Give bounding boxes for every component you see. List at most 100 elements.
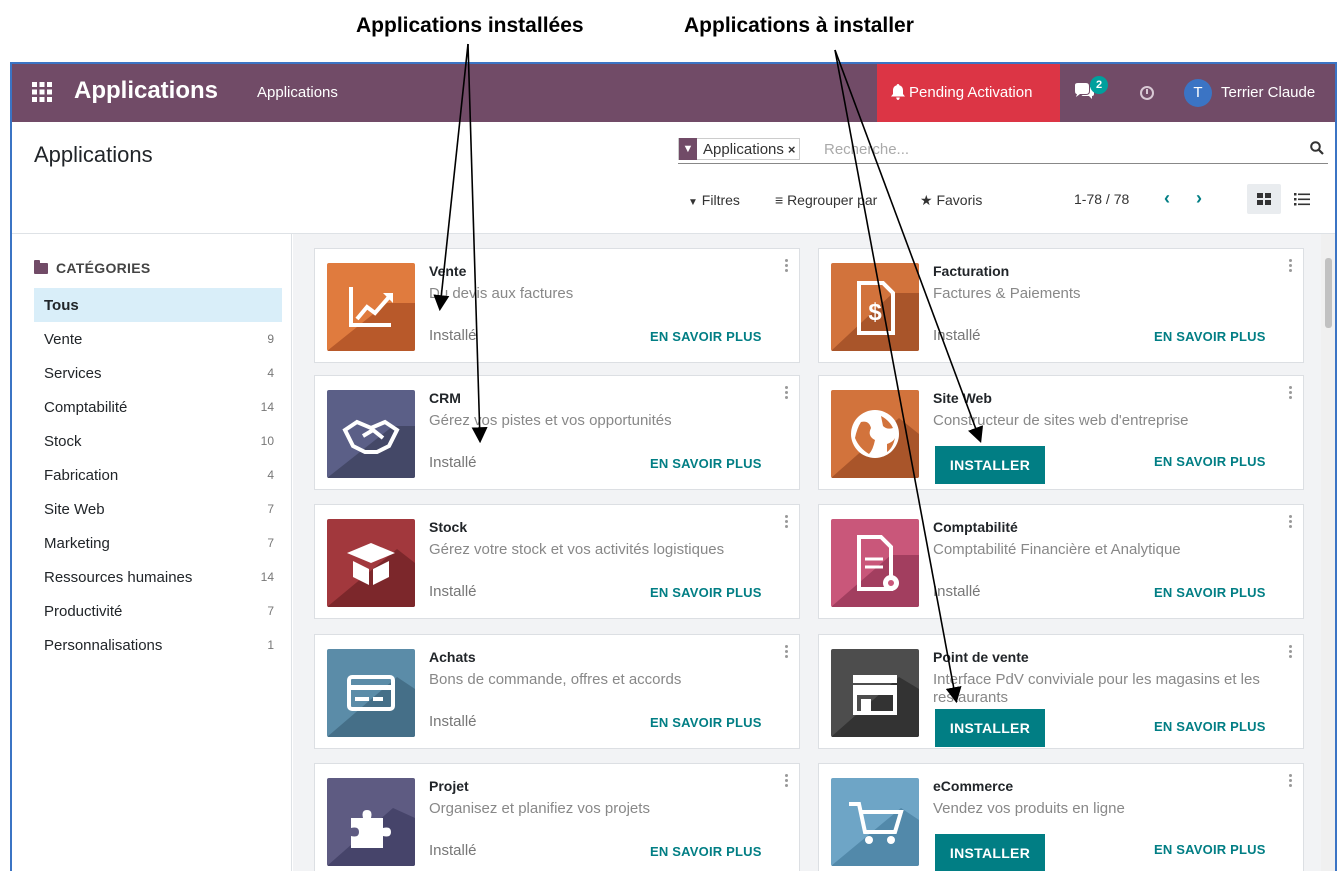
app-summary: Vendez vos produits en ligne [933, 800, 1125, 817]
category-item[interactable]: Services 4 [34, 356, 282, 390]
app-card-crm[interactable]: CRM Gérez vos pistes et vos opportunités… [314, 375, 800, 490]
pager-next-icon[interactable]: › [1196, 188, 1202, 209]
kebab-menu-icon[interactable] [1289, 259, 1293, 273]
category-item[interactable]: Vente 9 [34, 322, 282, 356]
app-card-site-web[interactable]: Site Web Constructeur de sites web d'ent… [818, 375, 1304, 490]
list-view-icon [1294, 192, 1310, 205]
category-count: 7 [267, 502, 274, 516]
kebab-menu-icon[interactable] [1289, 515, 1293, 529]
category-sidebar: CATÉGORIES Tous Vente 9 Services 4 Comptab… [12, 234, 292, 871]
pending-activation-label: Pending Activation [909, 84, 1033, 101]
app-card-comptabilite[interactable]: Comptabilité Comptabilité Financière et … [818, 504, 1304, 619]
category-item[interactable]: Site Web 7 [34, 492, 282, 526]
category-item[interactable]: Tous [34, 288, 282, 322]
app-card-facturation[interactable]: $ Facturation Factures & Paiements Insta… [818, 248, 1304, 363]
breadcrumb: Applications [34, 142, 153, 167]
filter-icon: ▼ [688, 197, 698, 208]
app-name: Vente [429, 263, 467, 279]
category-count: 1 [267, 638, 274, 652]
avatar[interactable]: T [1184, 79, 1212, 107]
app-summary: Du devis aux factures [429, 285, 574, 302]
app-card-ecommerce[interactable]: eCommerce Vendez vos produits en ligne I… [818, 763, 1304, 871]
learn-more-link[interactable]: EN SAVOIR PLUS [1154, 585, 1266, 600]
favorites-button[interactable]: ★ Favoris [920, 192, 982, 209]
learn-more-link[interactable]: EN SAVOIR PLUS [1154, 719, 1266, 734]
kebab-menu-icon[interactable] [785, 774, 789, 788]
learn-more-link[interactable]: EN SAVOIR PLUS [650, 456, 762, 471]
kebab-menu-icon[interactable] [785, 645, 789, 659]
learn-more-link[interactable]: EN SAVOIR PLUS [1154, 329, 1266, 344]
bell-icon [891, 84, 905, 100]
app-title[interactable]: Applications [74, 77, 218, 105]
scrollbar-thumb[interactable] [1325, 258, 1332, 328]
pager-value[interactable]: 1-78 / 78 [1074, 191, 1129, 207]
app-status: Installé [429, 713, 477, 730]
category-count: 7 [267, 536, 274, 550]
pending-activation-button[interactable]: Pending Activation [877, 64, 1060, 122]
category-label: Site Web [44, 500, 105, 518]
filters-button[interactable]: ▼ Filtres [688, 192, 740, 208]
folder-icon [34, 259, 48, 274]
pager-previous-icon[interactable]: ‹ [1164, 188, 1170, 209]
categories-header-label: CATÉGORIES [56, 260, 151, 276]
app-menu-grid-icon[interactable] [32, 82, 52, 102]
app-card-stock[interactable]: Stock Gérez votre stock et vos activités… [314, 504, 800, 619]
facet-label: Applications [703, 140, 784, 158]
category-item[interactable]: Comptabilité 14 [34, 390, 282, 424]
install-button[interactable]: INSTALLER [935, 709, 1045, 747]
user-name[interactable]: Terrier Claude [1221, 84, 1315, 101]
category-label: Comptabilité [44, 398, 128, 416]
kebab-menu-icon[interactable] [1289, 386, 1293, 400]
app-card-projet[interactable]: Projet Organisez et planifiez vos projet… [314, 763, 800, 871]
app-summary: Constructeur de sites web d'entreprise [933, 412, 1189, 429]
kebab-menu-icon[interactable] [785, 386, 789, 400]
app-card-achats[interactable]: Achats Bons de commande, offres et accor… [314, 634, 800, 749]
puzzle-icon [327, 778, 415, 866]
app-name: Comptabilité [933, 519, 1018, 535]
categories-header: CATÉGORIES [34, 259, 151, 276]
facet-remove-icon[interactable]: × [788, 142, 800, 157]
group-by-button[interactable]: ≡ Regrouper par [775, 192, 877, 208]
annotation-apps-to-install: Applications à installer [684, 14, 914, 37]
globe-icon [831, 390, 919, 478]
app-card-vente[interactable]: Vente Du devis aux factures Installé EN … [314, 248, 800, 363]
category-item[interactable]: Productivité 7 [34, 594, 282, 628]
learn-more-link[interactable]: EN SAVOIR PLUS [1154, 842, 1266, 857]
kebab-menu-icon[interactable] [1289, 645, 1293, 659]
category-count: 14 [260, 400, 274, 414]
app-card-point-de-vente[interactable]: Point de vente Interface PdV conviviale … [818, 634, 1304, 749]
category-item[interactable]: Fabrication 4 [34, 458, 282, 492]
control-panel: Applications ▼ Applications × ▼ Filtres … [12, 122, 1335, 234]
search-icon[interactable] [1310, 141, 1324, 155]
category-item[interactable]: Ressources humaines 14 [34, 560, 282, 594]
learn-more-link[interactable]: EN SAVOIR PLUS [650, 585, 762, 600]
search-input[interactable] [824, 138, 1284, 160]
app-name: Facturation [933, 263, 1010, 279]
learn-more-link[interactable]: EN SAVOIR PLUS [650, 329, 762, 344]
category-item[interactable]: Personnalisations 1 [34, 628, 282, 662]
category-count: 14 [260, 570, 274, 584]
install-button[interactable]: INSTALLER [935, 834, 1045, 871]
kebab-menu-icon[interactable] [1289, 774, 1293, 788]
group-by-label: Regrouper par [787, 192, 878, 208]
learn-more-link[interactable]: EN SAVOIR PLUS [1154, 454, 1266, 469]
accounting-icon [831, 519, 919, 607]
handshake-icon [327, 390, 415, 478]
kebab-menu-icon[interactable] [785, 259, 789, 273]
app-summary: Bons de commande, offres et accords [429, 671, 682, 688]
odoo-window: Applications Applications Pending Activa… [10, 62, 1337, 871]
scrollbar[interactable] [1321, 234, 1335, 871]
clock-icon[interactable] [1140, 86, 1154, 100]
learn-more-link[interactable]: EN SAVOIR PLUS [650, 844, 762, 859]
list-view-button[interactable] [1285, 184, 1319, 214]
learn-more-link[interactable]: EN SAVOIR PLUS [650, 715, 762, 730]
menu-link-applications[interactable]: Applications [257, 84, 338, 101]
category-item[interactable]: Stock 10 [34, 424, 282, 458]
category-item[interactable]: Marketing 7 [34, 526, 282, 560]
install-button[interactable]: INSTALLER [935, 446, 1045, 484]
category-count: 4 [267, 468, 274, 482]
kanban-view-button[interactable] [1247, 184, 1281, 214]
kebab-menu-icon[interactable] [785, 515, 789, 529]
kanban-view: Vente Du devis aux factures Installé EN … [293, 234, 1335, 871]
app-name: Point de vente [933, 649, 1029, 665]
